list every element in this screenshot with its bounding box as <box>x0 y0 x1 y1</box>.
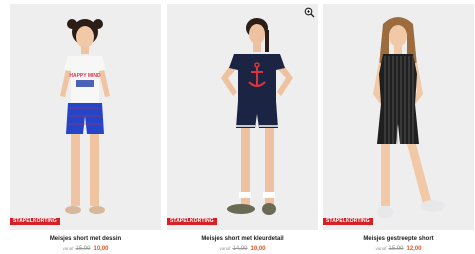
product-image[interactable]: STAPELKORTING <box>167 4 318 230</box>
product-card[interactable]: STAPELKORTING Meisjes gestreepte short v… <box>323 0 474 254</box>
model-photo-girl-white-tshirt: HAPPY MIND <box>60 19 110 214</box>
old-price: 15,99 <box>388 246 404 252</box>
product-title[interactable]: Meisjes short met kleurdetail <box>167 235 318 243</box>
price-prefix: vanaf <box>62 246 74 251</box>
model-photo-girl-navy-tshirt <box>221 18 293 215</box>
product-card[interactable]: HAPPY MIND STAPELKORTING Meisjes short m… <box>10 0 161 254</box>
price-row: vanaf 15,99 10,00 <box>10 245 161 253</box>
old-price: 14,99 <box>232 246 248 252</box>
product-card[interactable]: STAPELKORTING Meisjes short met kleurdet… <box>167 0 318 254</box>
shirt-print-text: HAPPY MIND <box>69 73 101 79</box>
promo-badge: STAPELKORTING <box>10 218 60 225</box>
product-image[interactable]: HAPPY MIND STAPELKORTING <box>10 4 161 230</box>
model-photo-girl-striped-playsuit <box>373 17 445 218</box>
price-prefix: vanaf <box>375 246 387 251</box>
price-row: vanaf 14,99 10,00 <box>167 245 318 253</box>
sale-price: 12,00 <box>406 246 422 252</box>
promo-badge: STAPELKORTING <box>167 218 217 225</box>
price-prefix: vanaf <box>219 246 231 251</box>
product-grid: HAPPY MIND STAPELKORTING Meisjes short m… <box>0 0 475 254</box>
sale-price: 10,00 <box>250 246 266 252</box>
product-image[interactable]: STAPELKORTING <box>323 4 474 230</box>
promo-badge: STAPELKORTING <box>323 218 373 225</box>
product-title[interactable]: Meisjes short met dessin <box>10 235 161 243</box>
old-price: 15,99 <box>75 246 91 252</box>
sale-price: 10,00 <box>93 246 109 252</box>
product-title[interactable]: Meisjes gestreepte short <box>323 235 474 243</box>
price-row: vanaf 15,99 12,00 <box>323 245 474 253</box>
zoom-icon[interactable] <box>304 7 315 18</box>
